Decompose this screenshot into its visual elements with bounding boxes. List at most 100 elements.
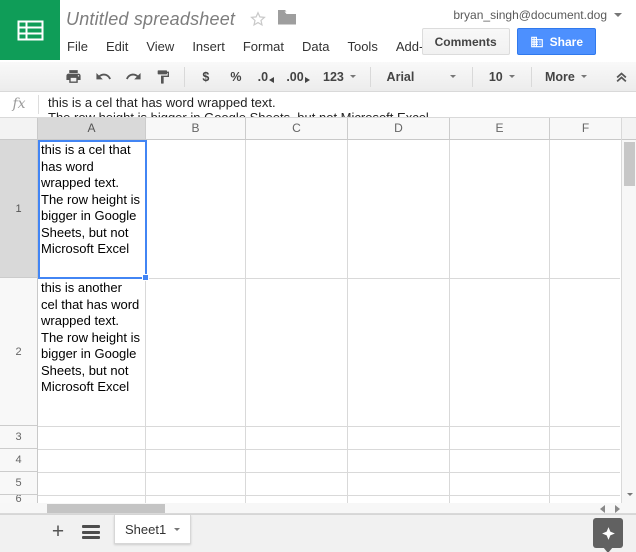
share-label: Share: [550, 35, 583, 49]
row-header-4[interactable]: 4: [0, 449, 38, 472]
collapse-chevrons-icon: [614, 70, 629, 84]
toolbar-separator: [370, 67, 371, 87]
vertical-scrollbar[interactable]: [621, 118, 636, 503]
redo-icon: [125, 68, 142, 85]
paint-format-button[interactable]: [150, 65, 176, 89]
format-percent-button[interactable]: %: [223, 65, 249, 89]
hamburger-icon: [82, 531, 100, 534]
scroll-left-icon[interactable]: [600, 505, 605, 513]
column-header-c[interactable]: C: [246, 118, 348, 140]
menu-view[interactable]: View: [137, 36, 183, 57]
hamburger-icon: [82, 536, 100, 539]
fill-handle[interactable]: [142, 274, 149, 281]
fx-label: fx: [0, 92, 38, 117]
account-menu[interactable]: bryan_singh@document.dog: [453, 8, 622, 22]
folder-icon: [277, 9, 297, 25]
number-format-label: 123: [323, 70, 344, 84]
move-to-folder-button[interactable]: [277, 9, 297, 30]
sheet-tab-sheet1[interactable]: Sheet1: [114, 515, 191, 544]
google-sheets-app: Untitled spreadsheet File Edit View Inse…: [0, 0, 636, 552]
undo-icon: [95, 68, 112, 85]
decrease-decimals-button[interactable]: .0: [253, 65, 279, 89]
header-buttons: Comments Share: [422, 28, 596, 55]
row-header-2[interactable]: 2: [0, 278, 38, 426]
sheet-bar: + Sheet1: [0, 514, 636, 552]
formula-line-1: this is a cel that has word wrapped text…: [48, 95, 636, 110]
more-dropdown[interactable]: More: [540, 65, 592, 89]
increase-decimals-arrow-icon: [305, 77, 310, 83]
horizontal-scrollbar[interactable]: [0, 503, 636, 514]
menu-data[interactable]: Data: [293, 36, 338, 57]
menu-insert[interactable]: Insert: [183, 36, 234, 57]
title-row: Untitled spreadsheet: [66, 7, 297, 31]
row-header-1[interactable]: 1: [0, 140, 38, 278]
column-header-a[interactable]: A: [38, 118, 146, 140]
print-icon: [65, 68, 82, 85]
account-caret-icon: [614, 13, 622, 17]
increase-decimals-button[interactable]: .00: [283, 65, 313, 89]
font-family-dropdown[interactable]: Arial: [379, 65, 464, 89]
add-sheet-button[interactable]: +: [44, 518, 72, 546]
document-title[interactable]: Untitled spreadsheet: [66, 9, 235, 30]
sheet-tab-label: Sheet1: [125, 522, 166, 537]
column-headers: A B C D E F: [0, 118, 636, 140]
toolbar-separator: [531, 67, 532, 87]
number-format-caret-icon: [350, 75, 356, 78]
formula-line-2: The row height is bigger in Google Sheet…: [48, 110, 636, 117]
sheets-logo[interactable]: [0, 0, 60, 60]
row-header-3[interactable]: 3: [0, 426, 38, 449]
column-header-d[interactable]: D: [348, 118, 450, 140]
hamburger-icon: [82, 525, 100, 528]
font-family-value: Arial: [387, 70, 415, 84]
all-sheets-button[interactable]: [80, 523, 102, 541]
paint-format-icon: [155, 69, 171, 85]
gridline: [38, 495, 620, 496]
cell-a2[interactable]: this is another cel that has word wrappe…: [38, 278, 146, 426]
menu-bar: File Edit View Insert Format Data Tools …: [58, 36, 453, 57]
menu-format[interactable]: Format: [234, 36, 293, 57]
column-header-f[interactable]: F: [550, 118, 621, 140]
star-button[interactable]: [249, 10, 267, 28]
currency-label: $: [202, 70, 209, 84]
column-header-b[interactable]: B: [146, 118, 246, 140]
row-header-5[interactable]: 5: [0, 472, 38, 495]
comments-button[interactable]: Comments: [422, 28, 510, 55]
decrease-decimals-label: .0: [258, 70, 268, 84]
menu-tools[interactable]: Tools: [338, 36, 386, 57]
explore-square: [593, 518, 623, 548]
toolbar-separator: [184, 67, 185, 87]
vertical-scrollbar-thumb[interactable]: [624, 142, 635, 186]
explore-button[interactable]: [593, 518, 623, 548]
horizontal-scroll-buttons: [600, 503, 620, 514]
gridline: [38, 426, 620, 427]
star-icon: [249, 10, 267, 28]
redo-button[interactable]: [120, 65, 146, 89]
share-domain-icon: [530, 35, 544, 49]
scroll-right-icon[interactable]: [615, 505, 620, 513]
font-size-value: 10: [489, 70, 503, 84]
menu-file[interactable]: File: [58, 36, 97, 57]
scroll-down-button[interactable]: [622, 487, 636, 501]
print-button[interactable]: [60, 65, 86, 89]
number-format-dropdown[interactable]: 123: [317, 65, 362, 89]
collapse-toolbar-button[interactable]: [608, 65, 634, 89]
horizontal-scrollbar-thumb[interactable]: [47, 504, 165, 513]
share-button[interactable]: Share: [517, 28, 596, 55]
column-header-e[interactable]: E: [450, 118, 550, 140]
select-all-corner[interactable]: [0, 118, 38, 140]
formula-input[interactable]: this is a cel that has word wrapped text…: [39, 92, 636, 117]
undo-button[interactable]: [90, 65, 116, 89]
row-header-6[interactable]: 6: [0, 495, 38, 503]
vertical-scrollbar-top: [622, 118, 636, 140]
formula-bar: fx this is a cel that has word wrapped t…: [0, 92, 636, 118]
format-currency-button[interactable]: $: [193, 65, 219, 89]
font-size-dropdown[interactable]: 10: [481, 65, 523, 89]
gridline: [38, 472, 620, 473]
explore-star-icon: [600, 525, 617, 542]
increase-decimals-label: .00: [286, 70, 303, 84]
menu-edit[interactable]: Edit: [97, 36, 137, 57]
decrease-decimals-arrow-icon: [269, 77, 274, 83]
explore-pointer: [603, 547, 613, 552]
gridline: [38, 449, 620, 450]
more-caret-icon: [581, 75, 587, 78]
